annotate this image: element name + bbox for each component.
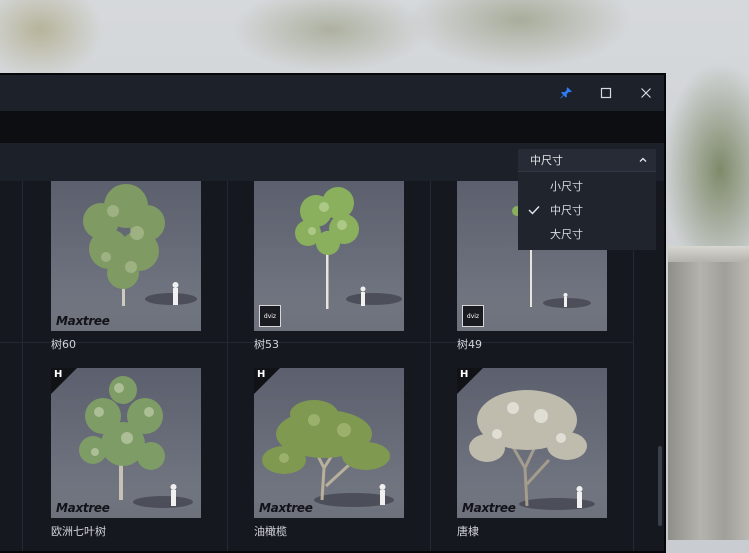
asset-thumbnail: dviz	[254, 181, 404, 331]
asset-name: 油橄榄	[254, 525, 287, 538]
size-option-small[interactable]: 小尺寸	[518, 174, 656, 198]
asset-name: 树53	[254, 338, 279, 351]
size-dropdown: 中尺寸 小尺寸 中尺寸 大尺寸	[518, 149, 656, 250]
asset-card[interactable]: Maxtree 树60	[51, 181, 201, 353]
asset-thumbnail: Maxtree	[51, 181, 201, 331]
pin-icon	[560, 87, 572, 99]
maxtree-logo: Maxtree	[462, 501, 516, 515]
asset-name: 树49	[457, 338, 482, 351]
asset-card[interactable]: H Maxtree 油橄榄	[254, 368, 404, 540]
maximize-button[interactable]	[596, 83, 616, 103]
size-option-label: 大尺寸	[550, 228, 583, 241]
pin-button[interactable]	[556, 83, 576, 103]
asset-name: 欧洲七叶树	[51, 525, 106, 538]
tree-image	[83, 184, 197, 306]
hd-corner-label: H	[54, 369, 63, 380]
asset-card[interactable]: H Maxtree 唐棣	[457, 368, 607, 540]
vertical-scrollbar[interactable]	[658, 446, 662, 526]
close-button[interactable]	[636, 83, 656, 103]
check-icon	[528, 206, 540, 215]
dviz-logo: dviz	[462, 305, 484, 327]
grid-divider	[227, 181, 228, 551]
menu-bar	[0, 111, 664, 143]
title-bar	[0, 75, 664, 111]
asset-name: 唐棣	[457, 525, 479, 538]
maxtree-logo: Maxtree	[56, 501, 110, 515]
maxtree-logo: Maxtree	[259, 501, 313, 515]
size-option-medium[interactable]: 中尺寸	[518, 198, 656, 222]
size-select[interactable]: 中尺寸	[518, 149, 656, 172]
size-option-label: 中尺寸	[550, 204, 583, 217]
maximize-icon	[600, 87, 612, 99]
asset-thumbnail: H Maxtree	[51, 368, 201, 518]
asset-card[interactable]: dviz 树53	[254, 181, 404, 353]
asset-thumbnail: H Maxtree	[254, 368, 404, 518]
dviz-logo: dviz	[259, 305, 281, 327]
close-icon	[641, 88, 651, 98]
grid-divider	[430, 181, 431, 551]
size-options-menu: 小尺寸 中尺寸 大尺寸	[518, 172, 656, 250]
chevron-up-icon	[639, 157, 647, 162]
size-option-label: 小尺寸	[550, 180, 583, 193]
maxtree-logo: Maxtree	[56, 314, 110, 328]
hd-corner-label: H	[460, 369, 469, 380]
background-wall	[668, 262, 749, 540]
asset-card[interactable]: H Maxtree 欧洲七叶树	[51, 368, 201, 540]
grid-divider	[22, 181, 23, 551]
asset-thumbnail: H Maxtree	[457, 368, 607, 518]
asset-name: 树60	[51, 338, 76, 351]
hd-corner-label: H	[257, 369, 266, 380]
asset-browser-window: Maxtree 树60 dviz 树53 dviz 树49 H Maxtree …	[0, 73, 666, 553]
size-select-value: 中尺寸	[530, 154, 563, 167]
size-option-large[interactable]: 大尺寸	[518, 222, 656, 246]
